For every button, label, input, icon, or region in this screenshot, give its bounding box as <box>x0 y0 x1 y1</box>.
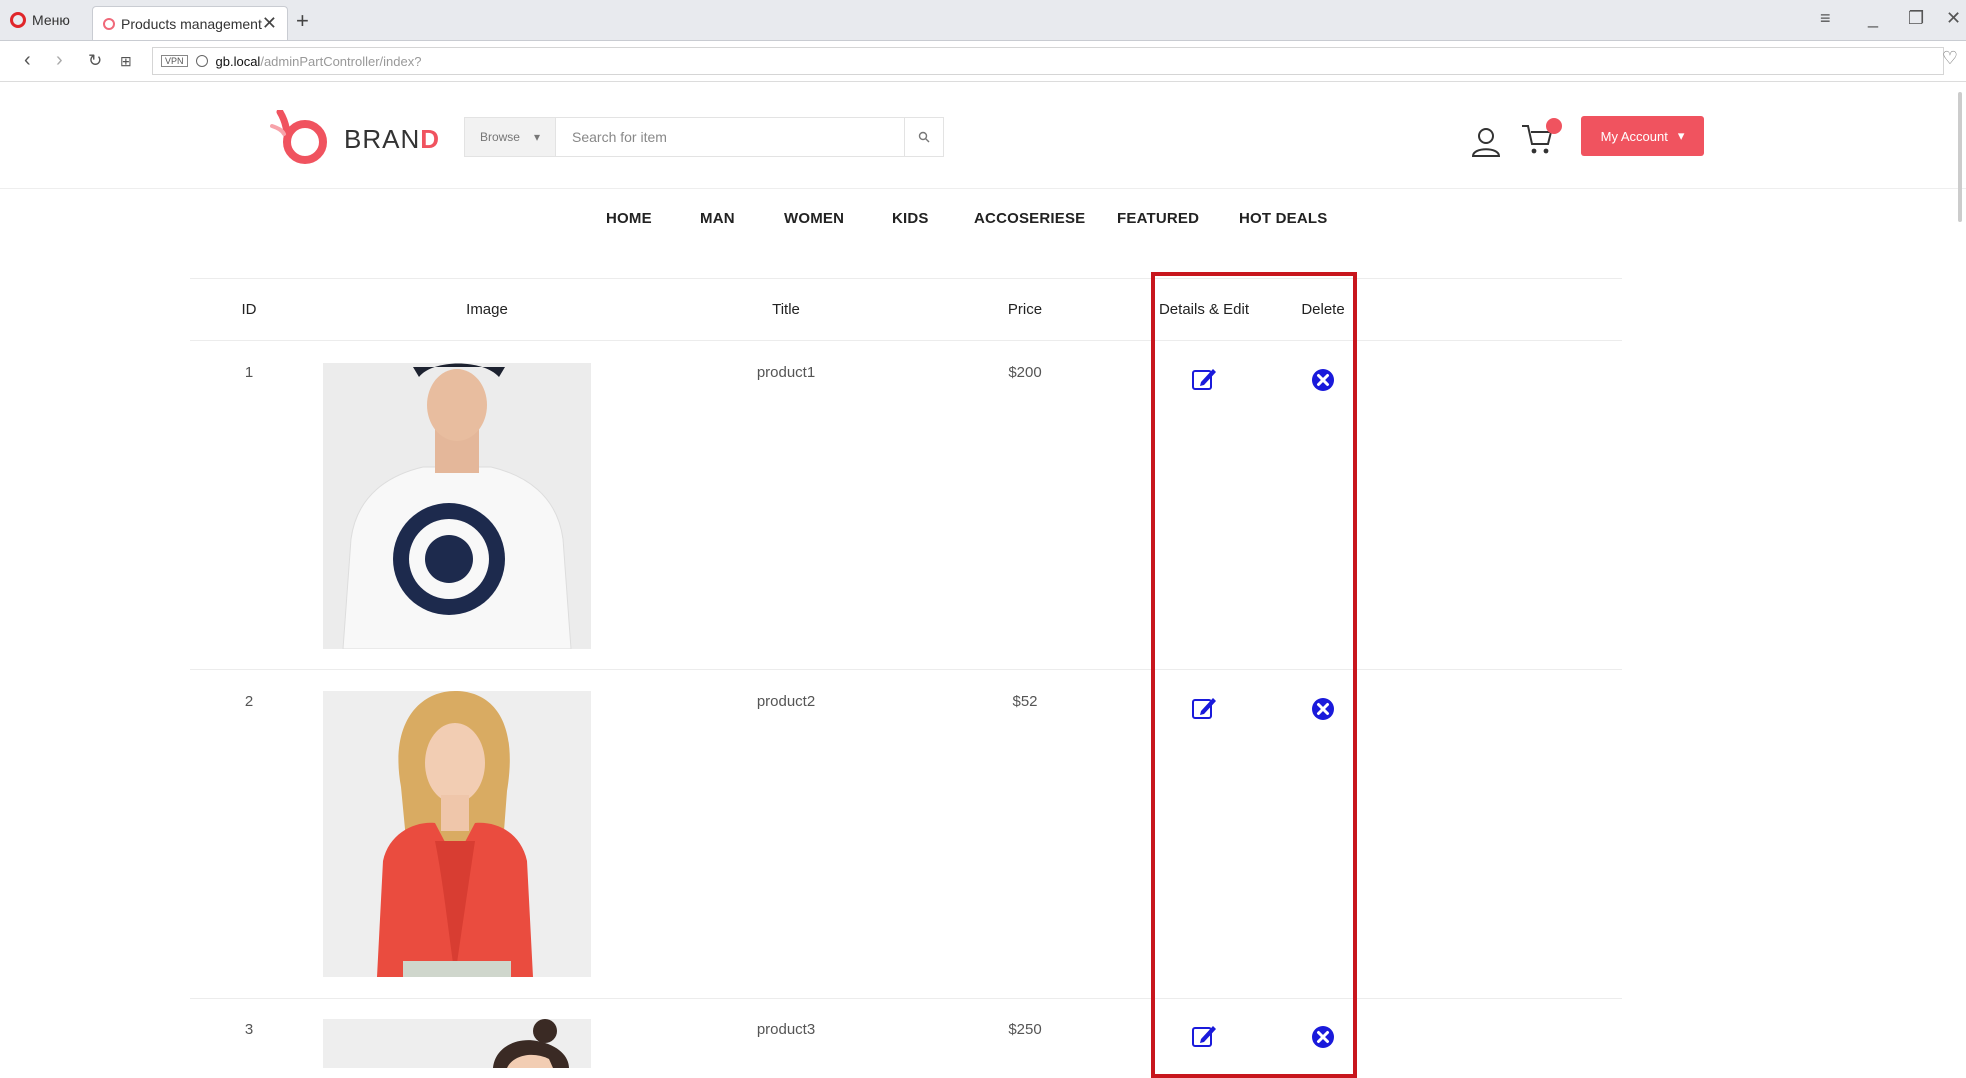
row-title: product2 <box>756 693 816 710</box>
table-divider <box>190 998 1622 999</box>
table-divider <box>190 278 1622 279</box>
brand-name[interactable]: BRAND <box>344 124 440 155</box>
table-divider <box>190 340 1622 341</box>
site-header: BRAND Browse ▾ My Account ▾ <box>0 82 1966 189</box>
vpn-badge[interactable]: VPN <box>161 55 188 67</box>
browser-tab-active[interactable]: Products management ✕ <box>92 6 288 40</box>
row-title: product1 <box>756 364 816 381</box>
tab-title: Products management <box>121 15 262 32</box>
globe-icon <box>195 55 208 67</box>
page-scrollbar[interactable] <box>1958 92 1962 222</box>
close-icon[interactable]: ✕ <box>262 13 277 34</box>
header-id: ID <box>241 301 257 318</box>
search-input[interactable] <box>556 118 904 156</box>
header-image: Image <box>466 301 508 318</box>
browser-menu-label: Меню <box>32 12 70 28</box>
forward-icon[interactable]: › <box>56 49 63 72</box>
minimize-icon[interactable]: _ <box>1868 8 1878 29</box>
row-price: $52 <box>1012 693 1038 710</box>
restore-icon[interactable]: ❐ <box>1908 8 1924 29</box>
account-label: My Account <box>1600 128 1668 144</box>
caret-down-icon: ▾ <box>1677 128 1685 143</box>
url-path: /adminPartController/index? <box>260 53 422 69</box>
brand-accent: D <box>420 124 441 154</box>
product-image <box>323 363 591 649</box>
url-field[interactable]: VPN gb.local /adminPartController/index? <box>152 47 1944 75</box>
search-icon[interactable] <box>904 118 943 156</box>
nav-man[interactable]: MAN <box>700 210 735 227</box>
product-image <box>323 1019 591 1068</box>
table-divider <box>190 669 1622 670</box>
main-nav: HOME MAN WOMEN KIDS ACCOSERIESE FEATURED… <box>0 210 1966 236</box>
product-image <box>323 691 591 977</box>
header-title: Title <box>772 301 800 318</box>
tiles-icon[interactable]: ⊞ <box>120 53 132 70</box>
nav-home[interactable]: HOME <box>606 210 652 227</box>
back-icon[interactable]: ‹ <box>24 49 31 72</box>
tab-favicon <box>103 17 115 30</box>
tab-menu-icon[interactable]: ≡ <box>1820 8 1831 29</box>
reload-icon[interactable]: ↻ <box>88 51 102 71</box>
nav-hot-deals[interactable]: HOT DEALS <box>1239 210 1327 227</box>
nav-accoseriese[interactable]: ACCOSERIESE <box>974 210 1085 227</box>
cart-badge <box>1546 118 1562 134</box>
user-icon[interactable] <box>1470 126 1502 158</box>
row-id: 1 <box>244 364 254 381</box>
brand-logo-icon[interactable] <box>270 110 332 166</box>
window-close-icon[interactable]: ✕ <box>1946 8 1961 29</box>
plus-icon[interactable]: + <box>296 8 309 34</box>
browse-dropdown[interactable]: Browse ▾ <box>465 118 556 156</box>
url-host: gb.local <box>215 53 261 69</box>
row-id: 3 <box>244 1021 254 1038</box>
row-id: 2 <box>244 693 254 710</box>
browse-label: Browse <box>479 130 520 144</box>
my-account-button[interactable]: My Account ▾ <box>1581 116 1704 156</box>
highlight-box <box>1151 272 1357 1078</box>
row-title: product3 <box>756 1021 816 1038</box>
nav-featured[interactable]: FEATURED <box>1117 210 1199 227</box>
nav-women[interactable]: WOMEN <box>784 210 844 227</box>
caret-down-icon: ▾ <box>533 130 541 144</box>
opera-icon <box>10 12 26 28</box>
browser-menu-button[interactable]: Меню <box>10 6 84 34</box>
nav-kids[interactable]: KIDS <box>892 210 929 227</box>
address-bar: ‹ › ↻ ⊞ VPN gb.local /adminPartControlle… <box>0 41 1966 82</box>
heart-icon[interactable]: ♡ <box>1942 48 1958 69</box>
row-price: $250 <box>1008 1021 1042 1038</box>
row-price: $200 <box>1008 364 1042 381</box>
brand-text: BRAN <box>344 124 421 154</box>
search-bar: Browse ▾ <box>464 117 944 157</box>
header-price: Price <box>1007 301 1043 318</box>
browser-tab-bar: Меню Products management ✕ + ≡ _ ❐ ✕ <box>0 0 1966 41</box>
